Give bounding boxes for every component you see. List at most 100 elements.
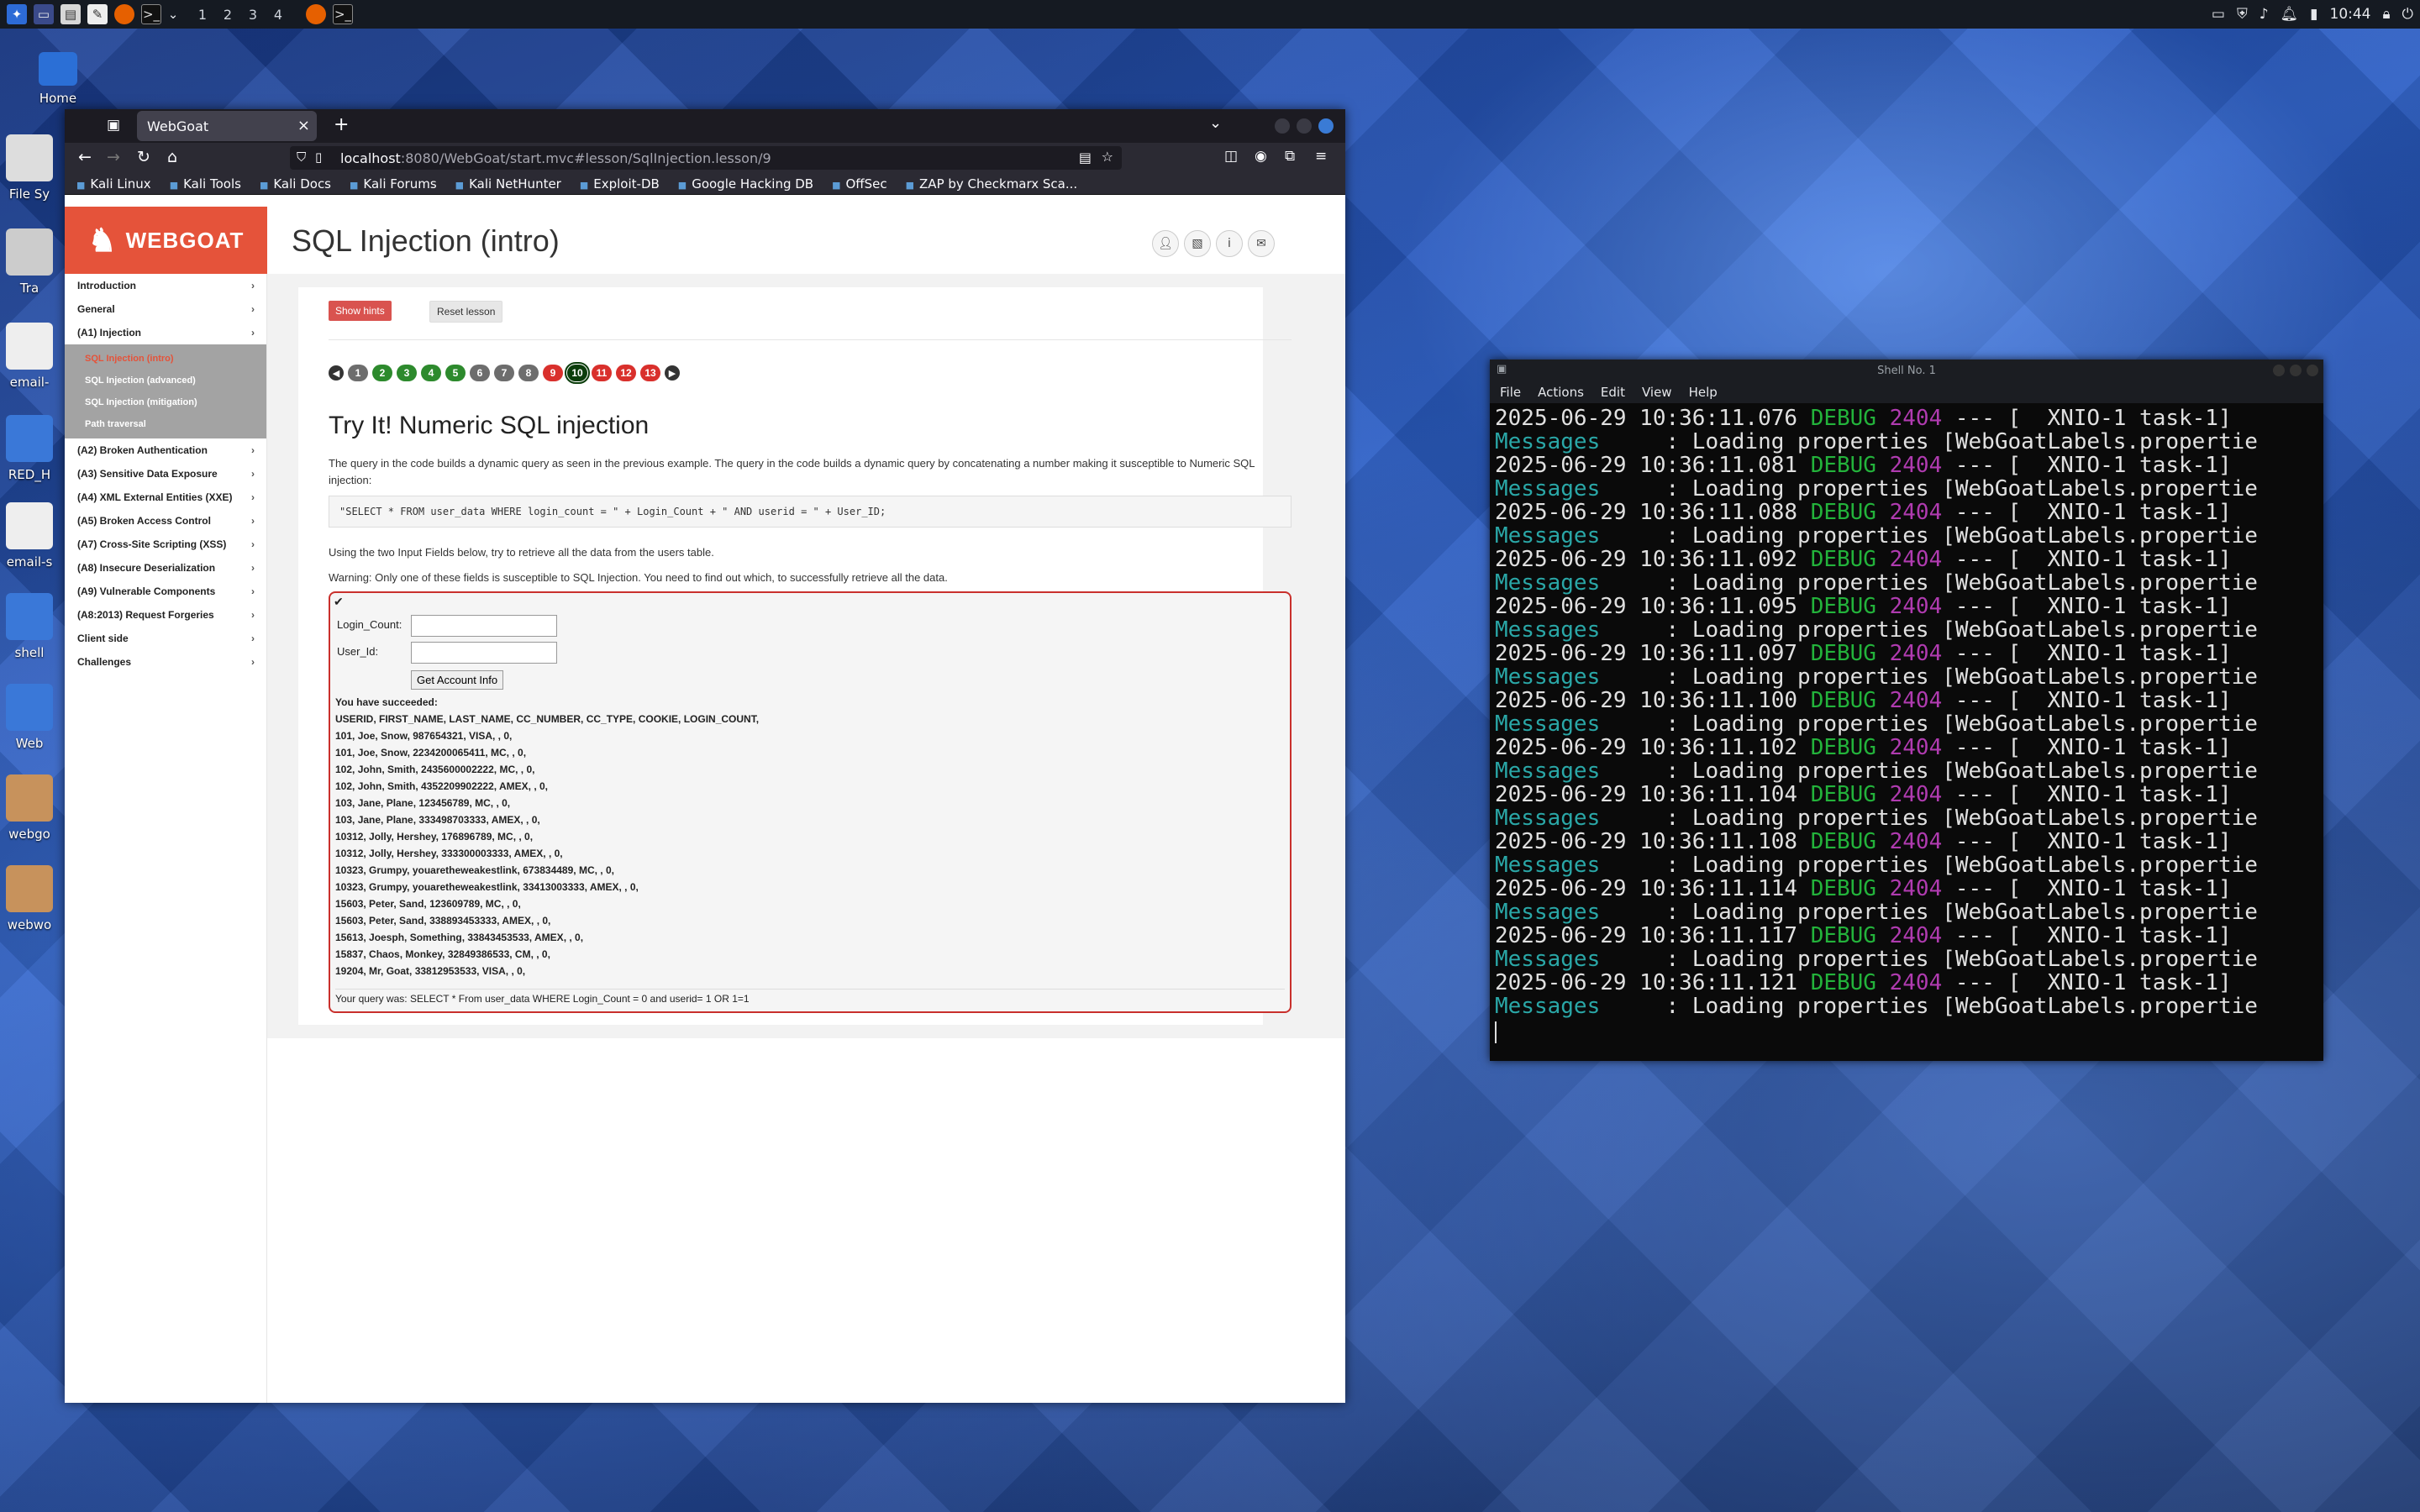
new-tab-icon[interactable]: + [334,114,349,135]
page-12[interactable]: 12 [616,365,636,381]
about-icon[interactable]: i [1216,230,1243,257]
close-tab-icon[interactable]: × [297,117,310,134]
sidebar-item-introduction[interactable]: Introduction › [65,274,266,297]
kali-menu-icon[interactable]: ✦ [7,4,27,24]
bookmark-kali-forums[interactable]: Kali Forums [350,176,436,192]
bookmark-kali-linux[interactable]: Kali Linux [76,176,150,192]
page-5[interactable]: 5 [445,365,466,381]
bookmark-zap[interactable]: ZAP by Checkmarx Sca... [906,176,1077,192]
user-menu-icon[interactable]: 👤︎ [1152,230,1179,257]
lock-icon[interactable]: 🔒︎ [2383,6,2391,23]
text-editor-icon[interactable]: ✎ [87,4,108,24]
bookmark-star-icon[interactable]: ☆ [1102,149,1113,165]
battery-icon[interactable]: ▮ [2310,6,2317,23]
terminal-titlebar[interactable]: ▣ Shell No. 1 [1490,360,2323,381]
display-icon[interactable]: ▭ [2212,6,2225,23]
security-icon[interactable]: ⛨ [2237,6,2248,23]
desktop-home-icon[interactable]: Home [3,52,113,106]
page-7[interactable]: 7 [494,365,514,381]
terminal-minimize-button[interactable] [2273,365,2285,376]
tab-webgoat[interactable]: WebGoat × [137,111,317,141]
page-10[interactable]: 10 [565,362,590,384]
menu-icon[interactable]: ≡ [1315,148,1327,165]
sidebar-sub-sql-intro[interactable]: SQL Injection (intro) [65,348,266,370]
page-4[interactable]: 4 [421,365,441,381]
chevron-down-icon[interactable]: ⌄ [168,4,179,24]
page-8[interactable]: 8 [518,365,539,381]
sidebar-sub-sql-advanced[interactable]: SQL Injection (advanced) [65,370,266,391]
sidebar-item-vulnerable-components[interactable]: (A9) Vulnerable Components › [65,580,266,603]
bookmark-offsec[interactable]: OffSec [832,176,886,192]
sidebar-item-xss[interactable]: (A7) Cross-Site Scripting (XSS) › [65,533,266,556]
home-icon[interactable]: ⌂ [167,148,177,166]
taskbar-terminal-icon[interactable]: >_ [333,4,353,24]
sidebar-item-injection[interactable]: (A1) Injection › [65,321,266,344]
show-hints-button[interactable]: Show hints [329,301,392,321]
maximize-button[interactable] [1297,118,1312,134]
get-account-info-button[interactable]: Get Account Info [411,670,504,690]
previous-page-icon[interactable]: ◀ [329,365,344,381]
sidebar-item-xxe[interactable]: (A4) XML External Entities (XXE) › [65,486,266,509]
menu-help[interactable]: Help [1689,385,1718,400]
notification-bell-icon[interactable]: 🔔︎ [2281,6,2299,23]
close-window-button[interactable] [1318,118,1334,134]
sidebar-item-general[interactable]: General › [65,297,266,321]
workspace-3[interactable]: 3 [240,7,266,23]
sidebar-item-broken-auth[interactable]: (A2) Broken Authentication › [65,438,266,462]
pocket-icon[interactable]: ◫ [1224,148,1238,165]
menu-file[interactable]: File [1500,385,1521,400]
lesson-overview-icon[interactable]: ▧ [1184,230,1211,257]
sidebar-sub-sql-mitigation[interactable]: SQL Injection (mitigation) [65,391,266,413]
menu-actions[interactable]: Actions [1538,385,1584,400]
volume-icon[interactable]: ♪ [2260,6,2269,23]
bookmark-kali-tools[interactable]: Kali Tools [170,176,241,192]
terminal-close-button[interactable] [2307,365,2318,376]
extensions-icon[interactable]: ⧉ [1285,148,1295,165]
menu-edit[interactable]: Edit [1601,385,1625,400]
power-icon[interactable]: ⏻ [2402,6,2413,23]
page-2[interactable]: 2 [372,365,392,381]
login-count-input[interactable] [411,615,557,637]
contact-icon[interactable]: ✉ [1248,230,1275,257]
reset-lesson-button[interactable]: Reset lesson [429,301,503,323]
terminal-output[interactable]: 2025-06-29 10:36:11.076 DEBUG 2404 --- [… [1490,403,2323,1058]
minimize-button[interactable] [1275,118,1290,134]
user-id-input[interactable] [411,642,557,664]
next-page-icon[interactable]: ▶ [665,365,680,381]
list-all-tabs-icon[interactable]: ⌄ [1209,114,1222,132]
taskbar-firefox-icon[interactable] [306,4,326,24]
desktop-icon[interactable]: ▭ [34,4,54,24]
sidebar-item-deserialization[interactable]: (A8) Insecure Deserialization › [65,556,266,580]
terminal-maximize-button[interactable] [2290,365,2302,376]
workspace-1[interactable]: 1 [190,7,215,23]
sidebar-item-access-control[interactable]: (A5) Broken Access Control › [65,509,266,533]
account-icon[interactable]: ◉ [1255,148,1267,165]
tab-list-icon[interactable]: ▣ [107,117,120,134]
forward-icon[interactable]: → [107,148,120,166]
page-1[interactable]: 1 [348,365,368,381]
sidebar-item-sensitive-data[interactable]: (A3) Sensitive Data Exposure › [65,462,266,486]
url-bar[interactable]: ⛉ ▯ localhost:8080/WebGoat/start.mvc#les… [290,146,1122,170]
file-manager-icon[interactable]: ▤ [60,4,81,24]
sidebar-sub-path-traversal[interactable]: Path traversal [65,413,266,435]
webgoat-logo[interactable]: ♞ WEBGOAT [65,207,267,274]
page-6[interactable]: 6 [470,365,490,381]
reader-view-icon[interactable]: ▤ [1079,150,1092,165]
sidebar-item-request-forgeries[interactable]: (A8:2013) Request Forgeries › [65,603,266,627]
page-13[interactable]: 13 [640,365,660,381]
terminal-icon[interactable]: >_ [141,4,161,24]
workspace-4[interactable]: 4 [266,7,291,23]
page-9[interactable]: 9 [543,365,563,381]
firefox-icon[interactable] [114,4,134,24]
workspace-2[interactable]: 2 [215,7,240,23]
bookmark-google-hacking-db[interactable]: Google Hacking DB [678,176,813,192]
sidebar-item-challenges[interactable]: Challenges › [65,650,266,674]
bookmark-kali-nethunter[interactable]: Kali NetHunter [455,176,561,192]
bookmark-exploit-db[interactable]: Exploit-DB [580,176,660,192]
bookmark-kali-docs[interactable]: Kali Docs [260,176,331,192]
shield-icon[interactable]: ⛉ [297,150,306,165]
menu-view[interactable]: View [1642,385,1672,400]
reload-icon[interactable]: ↻ [137,148,150,166]
back-icon[interactable]: ← [78,148,92,166]
page-11[interactable]: 11 [592,365,612,381]
